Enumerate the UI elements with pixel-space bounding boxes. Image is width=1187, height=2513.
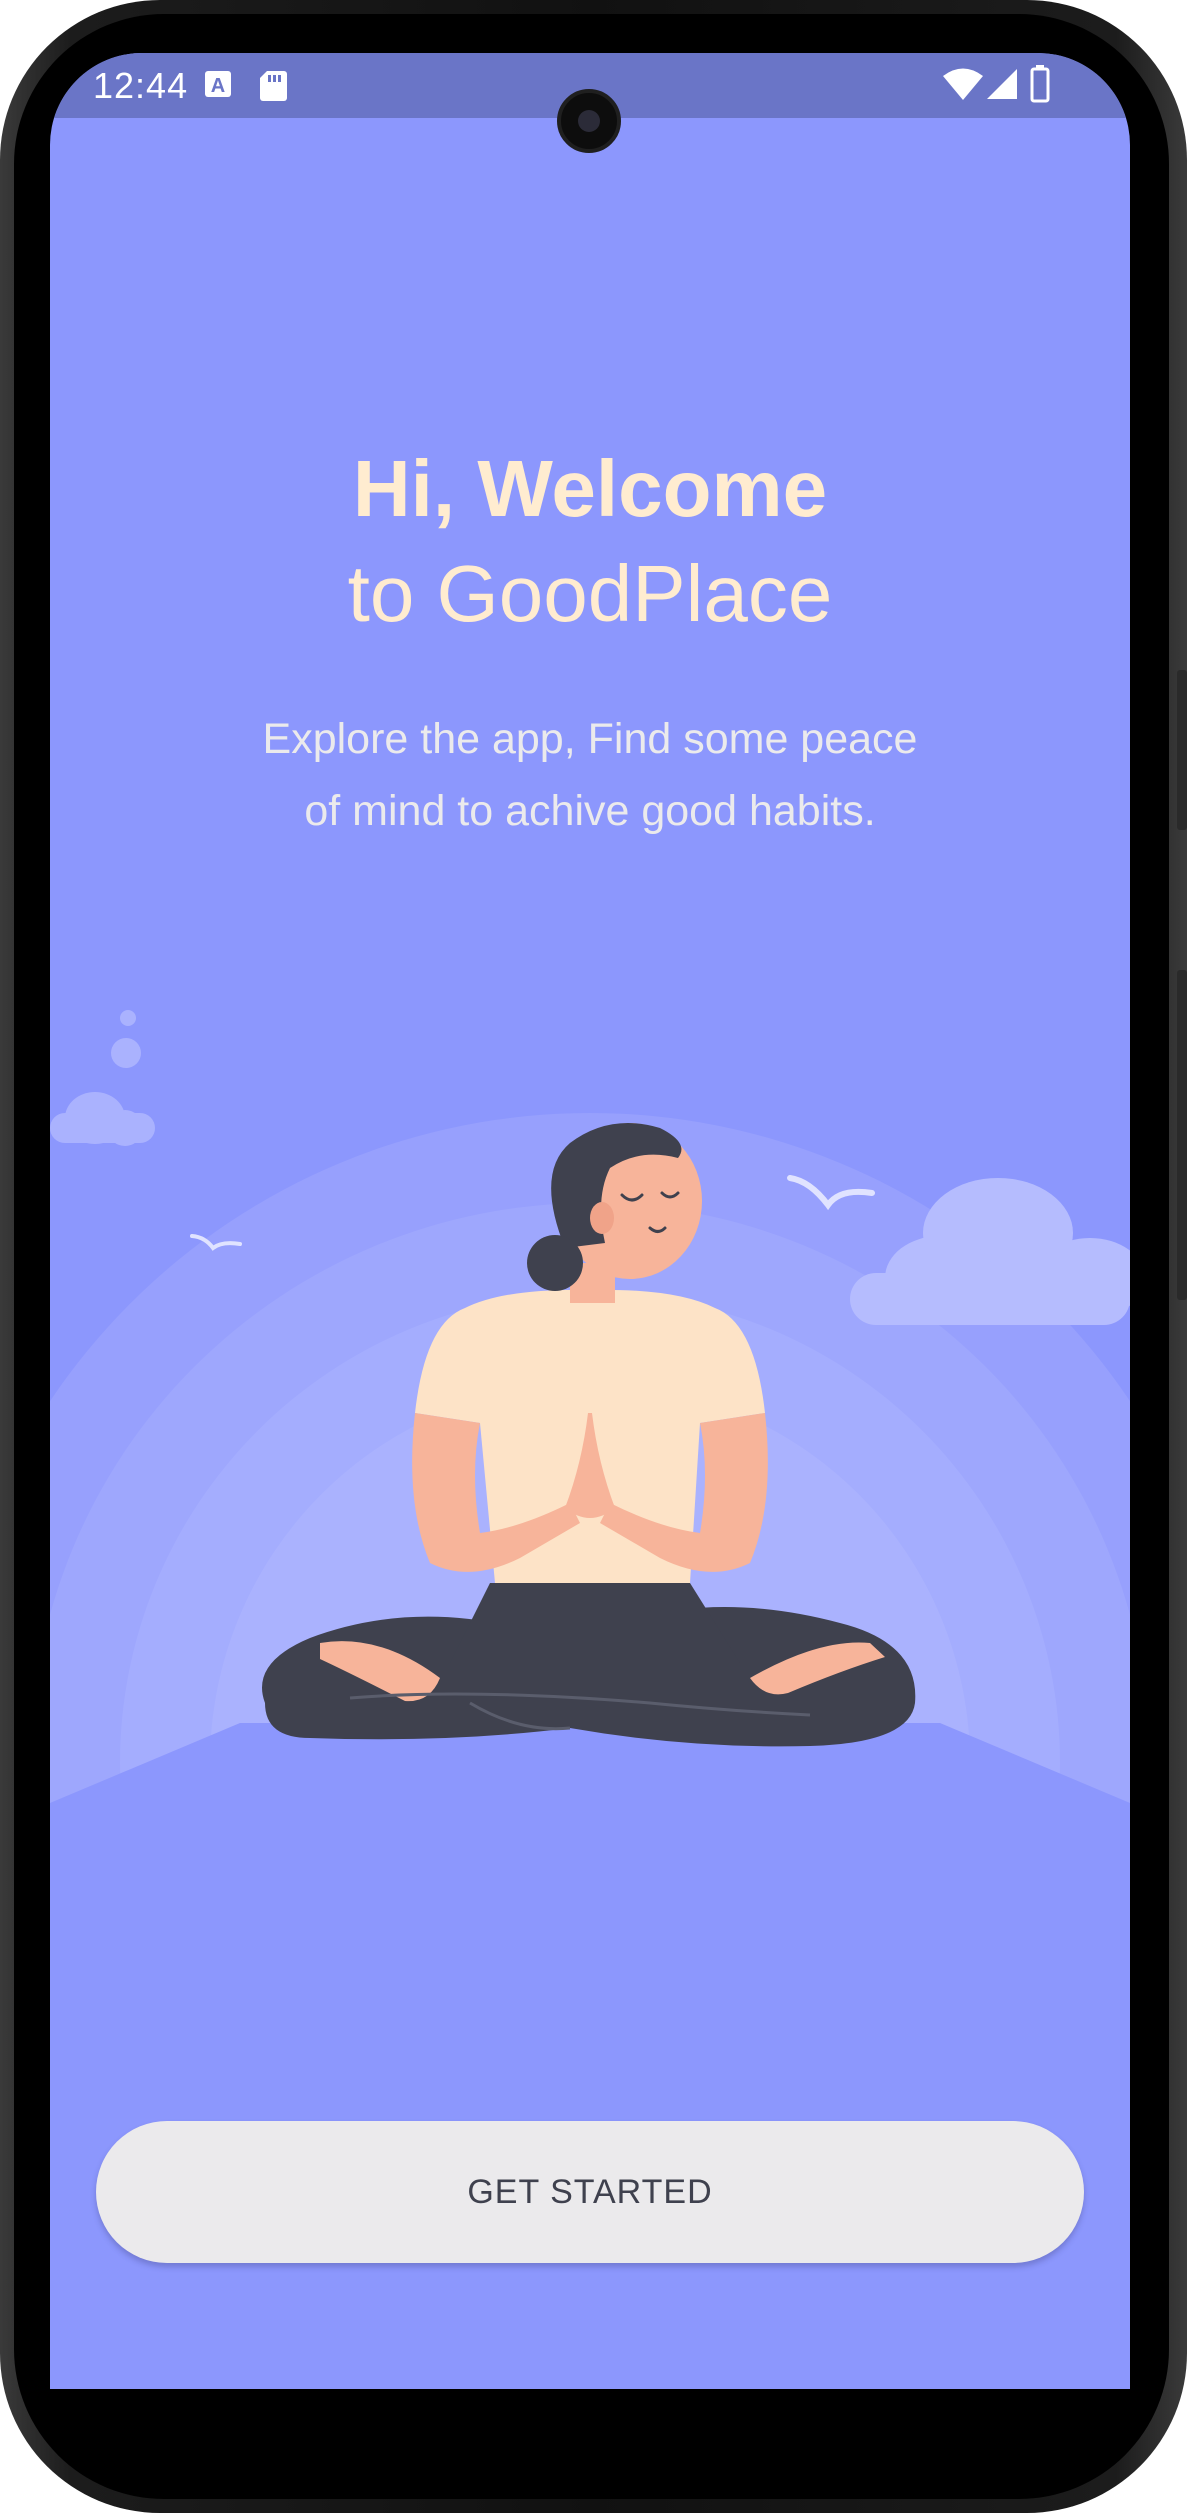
welcome-app-name: to GoodPlace [347,549,833,638]
bubble-large [111,1038,141,1068]
subtitle-line-1: Explore the app, Find some peace [262,715,918,763]
subtitle-line-2: of mind to achive good habits. [304,787,876,835]
welcome-subtitle: Explore the app, Find some peace of mind… [190,703,990,847]
svg-text:A: A [211,75,225,97]
meditation-illustration [50,1010,1130,1843]
sd-card-icon [260,71,287,101]
status-time: 12:44 [93,65,189,106]
bubble-small [120,1010,136,1026]
volume-button [1177,670,1187,830]
battery-icon [1030,65,1050,103]
wifi-icon [943,68,983,100]
hair-bun [527,1235,583,1291]
welcome-screen: 12:44 A Hi, Welcome to GoodPlace Explore… [50,53,1130,2389]
cloud-left-icon [50,1092,155,1146]
get-started-button[interactable]: GET STARTED [96,2121,1084,2263]
pants-hip [450,1583,740,1663]
cellular-signal-icon [987,69,1017,99]
keyboard-a-icon: A [205,71,231,97]
welcome-greeting: Hi, Welcome [352,444,828,533]
power-button [1177,970,1187,1300]
front-camera [557,89,621,153]
